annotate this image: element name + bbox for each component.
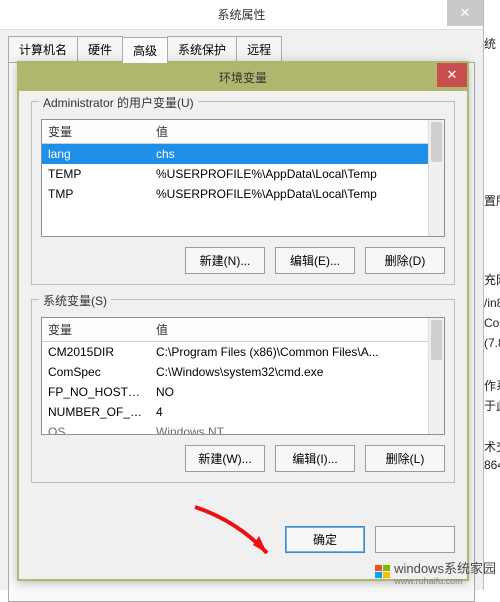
list-header: 变量 值 — [42, 318, 444, 342]
background-window-peek: 统 置所有 充网 /in8.1 6 Core(T (7.88 G 作系统， 于此… — [484, 0, 500, 590]
list-row[interactable]: OS Windows NT — [42, 422, 444, 435]
close-icon: ✕ — [447, 67, 458, 83]
sysprops-title: 系统属性 — [0, 6, 483, 23]
ok-button[interactable]: 确定 — [285, 526, 365, 553]
edit-user-var-button[interactable]: 编辑(E)... — [275, 247, 355, 274]
tab-advanced[interactable]: 高级 — [122, 37, 168, 63]
system-variables-list[interactable]: 变量 值 CM2015DIR C:\Program Files (x86)\Co… — [41, 317, 445, 435]
scrollbar-thumb[interactable] — [431, 122, 442, 162]
sysprops-tabstrip: 计算机名 硬件 高级 系统保护 远程 — [0, 30, 483, 62]
list-row[interactable]: FP_NO_HOST_CH... NO — [42, 382, 444, 402]
edit-sys-var-button[interactable]: 编辑(I)... — [275, 445, 355, 472]
list-row[interactable]: lang chs — [42, 144, 444, 164]
bg-text: 作系统， — [484, 377, 500, 394]
col-variable: 变量 — [42, 318, 150, 341]
cell-name: FP_NO_HOST_CH... — [42, 382, 150, 402]
watermark-text: windows系统家园 — [394, 561, 496, 576]
watermark-url: www.ruhaifu.com — [394, 577, 496, 586]
delete-user-var-button[interactable]: 删除(D) — [365, 247, 445, 274]
list-row[interactable]: ComSpec C:\Windows\system32\cmd.exe — [42, 362, 444, 382]
cell-value: %USERPROFILE%\AppData\Local\Temp — [150, 164, 444, 184]
cell-value: chs — [150, 144, 444, 164]
user-variables-label: Administrator 的用户变量(U) — [39, 94, 198, 111]
environment-variables-dialog: 环境变量 ✕ Administrator 的用户变量(U) 变量 值 lang … — [17, 61, 469, 581]
bg-text: 864218 — [484, 458, 500, 472]
tab-remote[interactable]: 远程 — [236, 36, 282, 62]
cell-value: C:\Windows\system32\cmd.exe — [150, 362, 444, 382]
cancel-button-partial[interactable] — [375, 526, 455, 553]
list-row[interactable]: NUMBER_OF_PR... 4 — [42, 402, 444, 422]
envdlg-title: 环境变量 — [19, 69, 467, 86]
envdlg-body: Administrator 的用户变量(U) 变量 值 lang chs TEM… — [19, 91, 467, 507]
bg-text: 术交流群 — [484, 438, 500, 455]
cell-name: OS — [42, 422, 150, 435]
new-user-var-button[interactable]: 新建(N)... — [185, 247, 265, 274]
cell-value: %USERPROFILE%\AppData\Local\Temp — [150, 184, 444, 204]
cell-value: C:\Program Files (x86)\Common Files\A... — [150, 342, 444, 362]
bg-text: Core(T — [484, 316, 500, 330]
cell-name: TEMP — [42, 164, 150, 184]
tab-computer-name[interactable]: 计算机名 — [8, 36, 78, 62]
bg-text: (7.88 G — [484, 336, 500, 350]
tab-system-protection[interactable]: 系统保护 — [167, 36, 237, 62]
scrollbar[interactable] — [428, 120, 444, 236]
list-row[interactable]: TMP %USERPROFILE%\AppData\Local\Temp — [42, 184, 444, 204]
col-value: 值 — [150, 120, 444, 143]
envdlg-titlebar: 环境变量 ✕ — [19, 63, 467, 91]
new-sys-var-button[interactable]: 新建(W)... — [185, 445, 265, 472]
bg-text: 统 — [484, 35, 496, 52]
bg-text: 置所有 — [484, 192, 500, 209]
cell-name: lang — [42, 144, 150, 164]
windows-logo-icon — [375, 565, 391, 579]
user-buttons: 新建(N)... 编辑(E)... 删除(D) — [41, 247, 445, 274]
list-row[interactable]: CM2015DIR C:\Program Files (x86)\Common … — [42, 342, 444, 362]
col-value: 值 — [150, 318, 444, 341]
scrollbar-thumb[interactable] — [431, 320, 442, 360]
system-variables-group: 系统变量(S) 变量 值 CM2015DIR C:\Program Files … — [31, 299, 455, 483]
bg-text: 充网 — [484, 271, 500, 288]
cell-value: NO — [150, 382, 444, 402]
sysprops-titlebar: 系统属性 ✕ — [0, 0, 483, 30]
scrollbar[interactable] — [428, 318, 444, 434]
delete-sys-var-button[interactable]: 删除(L) — [365, 445, 445, 472]
sysprops-close-button[interactable]: ✕ — [447, 0, 483, 26]
system-buttons: 新建(W)... 编辑(I)... 删除(L) — [41, 445, 445, 472]
list-row[interactable]: TEMP %USERPROFILE%\AppData\Local\Temp — [42, 164, 444, 184]
watermark: windows系统家园 www.ruhaifu.com — [375, 558, 496, 586]
col-variable: 变量 — [42, 120, 150, 143]
envdlg-close-button[interactable]: ✕ — [437, 63, 467, 87]
system-variables-label: 系统变量(S) — [39, 292, 111, 309]
bg-text: 于此显示 — [484, 397, 500, 414]
tab-hardware[interactable]: 硬件 — [77, 36, 123, 62]
cell-value: Windows NT — [150, 422, 444, 435]
bg-text: /in8.1 6 — [484, 296, 500, 310]
user-variables-group: Administrator 的用户变量(U) 变量 值 lang chs TEM… — [31, 101, 455, 285]
cell-name: NUMBER_OF_PR... — [42, 402, 150, 422]
cell-name: TMP — [42, 184, 150, 204]
close-icon: ✕ — [460, 5, 471, 21]
user-variables-list[interactable]: 变量 值 lang chs TEMP %USERPROFILE%\AppData… — [41, 119, 445, 237]
cell-name: ComSpec — [42, 362, 150, 382]
cell-value: 4 — [150, 402, 444, 422]
list-header: 变量 值 — [42, 120, 444, 144]
cell-name: CM2015DIR — [42, 342, 150, 362]
